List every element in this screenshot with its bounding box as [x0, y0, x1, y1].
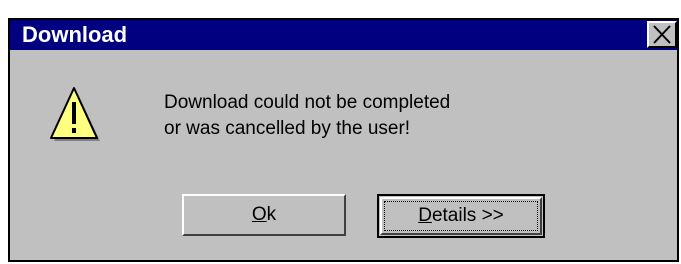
close-button[interactable]	[647, 21, 677, 48]
message-text: Download could not be completed or was c…	[164, 90, 450, 142]
details-label: etails >>	[431, 205, 504, 226]
warning-icon	[50, 87, 100, 141]
dialog-title: Download	[22, 22, 128, 47]
details-button-face: Details >>	[380, 197, 542, 235]
focus-rectangle: Details >>	[384, 201, 538, 231]
title-bar[interactable]: Download	[10, 20, 677, 50]
close-icon	[653, 25, 671, 44]
details-mnemonic: D	[418, 205, 432, 226]
message-line-2: or was cancelled by the user!	[164, 118, 411, 139]
download-dialog: Download Download could not be completed…	[8, 18, 679, 262]
ok-mnemonic: O	[251, 204, 267, 225]
details-button[interactable]: Details >>	[377, 194, 545, 238]
ok-button[interactable]: Ok	[182, 194, 346, 236]
message-line-1: Download could not be completed	[164, 92, 451, 113]
ok-label: k	[266, 204, 277, 225]
